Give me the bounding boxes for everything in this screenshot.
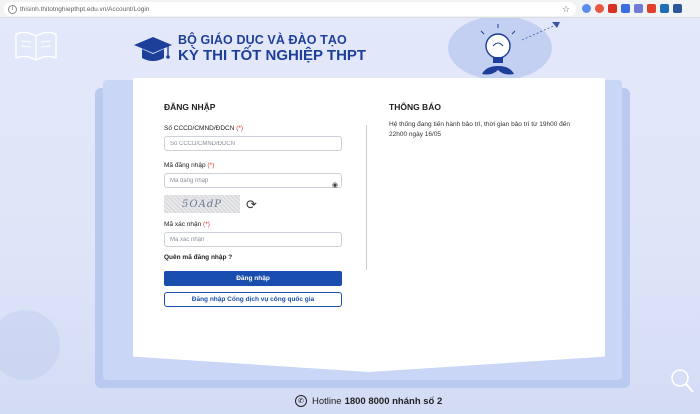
show-password-eye-icon[interactable]: ◉ [332, 181, 338, 189]
required-marker: (*) [203, 221, 210, 228]
site-header: BỘ GIÁO DỤC VÀ ĐÀO TẠO KỲ THI TỐT NGHIỆP… [132, 33, 367, 64]
extension-icon[interactable] [673, 4, 682, 13]
extension-icon[interactable] [608, 4, 617, 13]
captcha-label: Mã xác nhận (*) [164, 221, 342, 228]
notice-title: THÔNG BÁO [389, 102, 441, 112]
id-number-label: Số CCCD/CMND/ĐDCN (*) [164, 125, 342, 132]
login-code-input[interactable] [164, 173, 342, 188]
hotline: ✆ Hotline 1800 8000 nhánh số 2 [295, 395, 442, 407]
background-circle [0, 310, 60, 380]
required-marker: (*) [236, 125, 244, 132]
address-bar[interactable]: i thisinh.thitotnghiepthpt.edu.vn/Accoun… [4, 2, 576, 16]
phone-icon: ✆ [295, 395, 307, 407]
site-info-icon[interactable]: i [8, 4, 17, 14]
id-number-input[interactable] [164, 136, 342, 151]
refresh-captcha-icon[interactable]: ⟳ [246, 198, 257, 211]
login-form: ĐĂNG NHẬP Số CCCD/CMND/ĐDCN (*) Mã đăng … [164, 102, 342, 307]
exam-title: KỲ THI TỐT NGHIỆP THPT [178, 46, 367, 64]
open-book-decoration-icon [15, 31, 57, 61]
login-code-wrapper: ◉ [164, 173, 342, 189]
extension-icon[interactable] [660, 4, 669, 13]
captcha-label-text: Mã xác nhận [164, 221, 202, 228]
extension-icon[interactable] [582, 4, 591, 13]
magnifier-decoration-icon [671, 369, 694, 393]
hotline-number[interactable]: 1800 8000 nhánh số 2 [345, 396, 443, 407]
national-portal-login-button[interactable]: Đăng nhập Cổng dịch vụ công quốc gia [164, 292, 342, 307]
graduation-cap-icon [134, 37, 172, 62]
ministry-name: BỘ GIÁO DỤC VÀ ĐÀO TẠO [178, 33, 347, 47]
login-code-label-text: Mã đăng nhập [164, 162, 206, 169]
address-url[interactable]: thisinh.thitotnghiepthpt.edu.vn/Account/… [20, 6, 562, 13]
notice-text: Hệ thống đang tiến hành bảo trì, thời gi… [389, 121, 570, 138]
captcha-image: 5OAdP [164, 195, 240, 213]
bookmark-star-icon[interactable]: ☆ [562, 4, 570, 15]
required-marker: (*) [207, 162, 215, 169]
extension-icon[interactable] [621, 4, 630, 13]
login-title: ĐĂNG NHẬP [164, 102, 216, 112]
extension-icon[interactable] [595, 4, 604, 13]
notice-panel: THÔNG BÁO Hệ thống đang tiến hành bảo tr… [389, 102, 579, 140]
login-code-label: Mã đăng nhập (*) [164, 162, 342, 169]
login-button[interactable]: Đăng nhập [164, 271, 342, 286]
extension-icons [582, 4, 682, 13]
captcha-input[interactable] [164, 232, 342, 247]
extension-icon[interactable] [647, 4, 656, 13]
page-divider [366, 125, 367, 270]
browser-toolbar: i thisinh.thitotnghiepthpt.edu.vn/Accoun… [0, 0, 700, 18]
captcha-row: 5OAdP ⟳ [164, 195, 342, 213]
id-number-label-text: Số CCCD/CMND/ĐDCN [164, 125, 235, 132]
hotline-label: Hotline [312, 395, 342, 407]
extension-icon[interactable] [634, 4, 643, 13]
forgot-login-code-link[interactable]: Quên mã đăng nhập ? [164, 254, 342, 261]
